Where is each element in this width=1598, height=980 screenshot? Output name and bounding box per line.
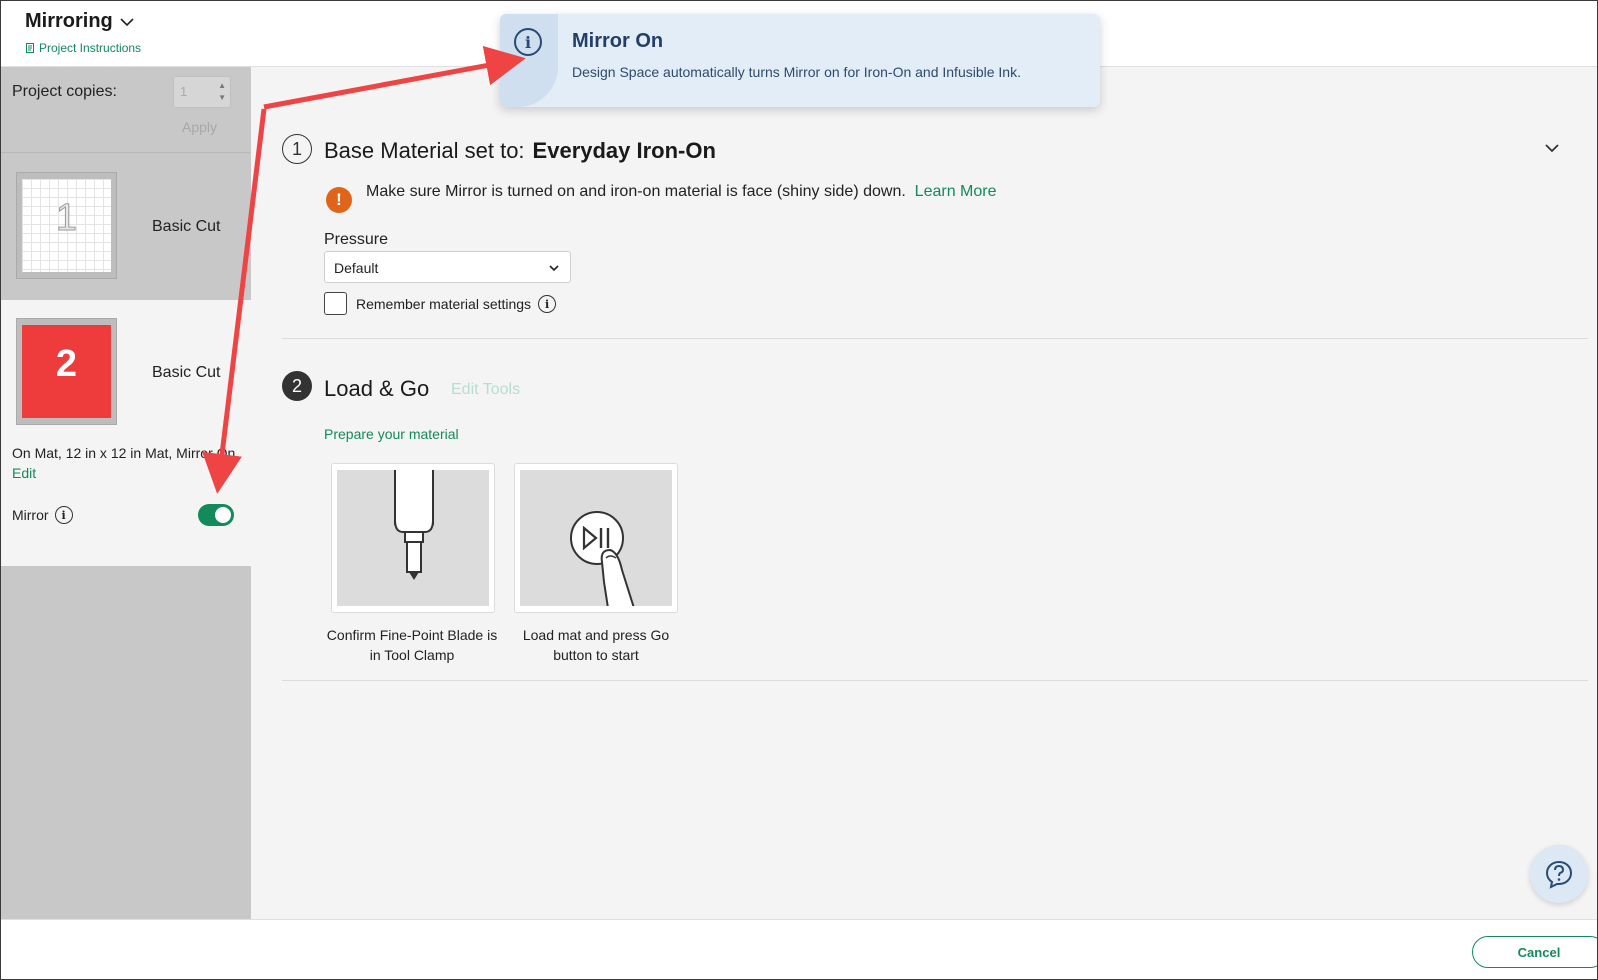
warning-icon: ! <box>326 187 352 213</box>
info-icon[interactable]: i <box>54 506 73 524</box>
mat-name: Basic Cut <box>152 218 221 235</box>
popover-body: Design Space automatically turns Mirror … <box>572 64 1021 80</box>
mat-sidebar: Project copies: 1 ▲ ▼ Apply 1 Basic Cut … <box>1 67 251 919</box>
project-title: Mirroring <box>25 10 113 32</box>
stepper-down-icon[interactable]: ▼ <box>218 92 226 104</box>
cancel-button[interactable]: Cancel <box>1472 936 1597 968</box>
pressure-value: Default <box>334 260 379 276</box>
app-window: Mirroring Project Instructions Project c… <box>0 0 1598 980</box>
go-button-press-icon <box>570 511 635 606</box>
apply-button[interactable]: Apply <box>182 119 217 135</box>
project-copies-input[interactable]: 1 ▲ ▼ <box>173 76 231 108</box>
step-2-badge: 2 <box>282 371 312 401</box>
mirror-row: Mirror i <box>12 506 73 524</box>
step-1-badge: 1 <box>282 134 312 164</box>
chevron-down-icon[interactable] <box>1543 139 1561 157</box>
section-divider <box>282 338 1588 339</box>
remember-settings-label: Remember material settings <box>356 296 532 312</box>
help-question-icon <box>1545 860 1573 889</box>
main-panel: 1 Base Material set to: Everyday Iron-On … <box>251 67 1597 919</box>
mirror-on-popover: i Mirror On Design Space automatically t… <box>500 14 1100 107</box>
base-material-prefix: Base Material set to: <box>324 138 525 163</box>
mat-item-1[interactable]: 1 Basic Cut <box>1 154 251 300</box>
mat-number: 2 <box>55 343 78 385</box>
mirror-label: Mirror <box>12 507 49 523</box>
stepper-up-icon[interactable]: ▲ <box>218 80 226 92</box>
chevron-down-icon <box>120 17 134 26</box>
load-go-title: Load & Go <box>324 376 430 401</box>
load-go-card <box>514 463 678 613</box>
base-material-name: Everyday Iron-On <box>532 138 716 163</box>
mat-thumbnail: 2 <box>16 318 117 425</box>
mat-item-2[interactable]: 2 Basic Cut On Mat, 12 in x 12 in Mat, M… <box>1 300 251 566</box>
remember-settings-row: Remember material settings i <box>356 295 557 313</box>
project-title-dropdown[interactable]: Mirroring <box>25 10 135 33</box>
project-copies-value: 1 <box>180 84 188 99</box>
edit-tools-link[interactable]: Edit Tools <box>451 381 520 399</box>
blade-card-caption: Confirm Fine-Point Blade is in Tool Clam… <box>326 627 498 663</box>
footer: Cancel <box>1 919 1597 979</box>
blade-card <box>331 463 495 613</box>
mat-number: 1 <box>55 197 78 240</box>
project-instructions-label: Project Instructions <box>39 41 142 55</box>
mat-info: On Mat, 12 in x 12 in Mat, Mirror On <box>12 445 236 461</box>
section-divider <box>282 680 1588 681</box>
document-icon <box>26 43 34 53</box>
info-icon: i <box>514 28 542 56</box>
pressure-select[interactable]: Default <box>324 251 571 283</box>
base-material-title: Base Material set to: Everyday Iron-On <box>324 138 716 164</box>
project-copies-panel: Project copies: 1 ▲ ▼ Apply <box>1 67 251 153</box>
mirror-toggle[interactable] <box>198 504 234 526</box>
chevron-down-icon <box>549 265 559 272</box>
load-go-card-caption: Load mat and press Go button to start <box>522 627 670 663</box>
mat-thumbnail: 1 <box>16 172 117 279</box>
pressure-label: Pressure <box>324 231 389 248</box>
learn-more-link[interactable]: Learn More <box>915 183 997 200</box>
mat-edit-link[interactable]: Edit <box>12 465 36 481</box>
project-instructions-link[interactable]: Project Instructions <box>25 41 141 55</box>
mat-name: Basic Cut <box>152 364 221 381</box>
popover-title: Mirror On <box>572 30 664 52</box>
fine-point-blade-icon <box>394 470 434 580</box>
remember-settings-checkbox[interactable] <box>324 292 347 315</box>
copies-stepper[interactable]: ▲ ▼ <box>218 80 226 104</box>
help-button[interactable] <box>1530 845 1588 903</box>
warning-text: Make sure Mirror is turned on and iron-o… <box>366 183 906 200</box>
info-icon[interactable]: i <box>538 295 557 313</box>
prepare-material-link[interactable]: Prepare your material <box>324 426 459 442</box>
mirror-warning: Make sure Mirror is turned on and iron-o… <box>366 183 1006 201</box>
project-copies-label: Project copies: <box>12 83 117 100</box>
